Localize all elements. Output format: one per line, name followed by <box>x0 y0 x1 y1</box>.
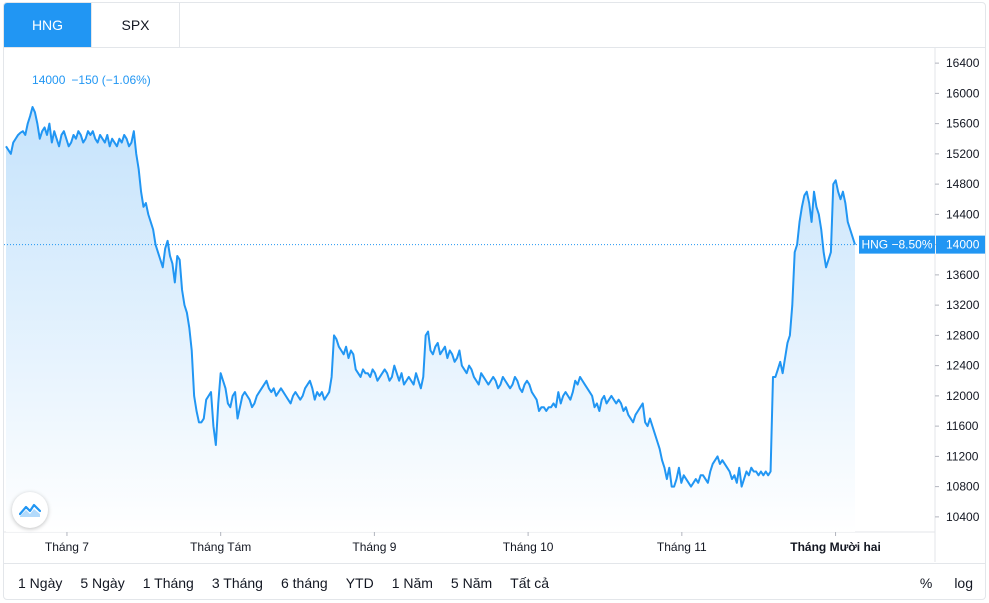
range-ytd[interactable]: YTD <box>344 573 376 593</box>
y-tick-label: 12000 <box>946 389 980 403</box>
current-price: 14000 <box>32 73 66 87</box>
tradingview-logo-icon[interactable] <box>12 492 48 528</box>
x-tick-label: Tháng Mười hai <box>790 540 881 554</box>
y-tick-label: 13200 <box>946 298 980 312</box>
price-chart[interactable]: 10400 10800 11200 11600 12000 12400 12800 13200… <box>4 48 986 562</box>
range-6-months[interactable]: 6 tháng <box>279 573 330 593</box>
tab-hng[interactable]: HNG <box>4 3 92 47</box>
chart-area[interactable]: 10400 10800 11200 11600 12000 12400 12800 13200… <box>4 48 986 562</box>
x-tick-label: Tháng 7 <box>45 540 89 554</box>
log-scale-toggle[interactable]: log <box>952 573 975 593</box>
y-tick-label: 16400 <box>946 56 980 70</box>
price-info: 14000 −150 (−1.06%) <box>12 59 157 101</box>
range-1-day[interactable]: 1 Ngày <box>16 573 64 593</box>
y-tick-label: 15600 <box>946 117 980 131</box>
tab-spx[interactable]: SPX <box>92 3 180 47</box>
y-tick-label: 13600 <box>946 268 980 282</box>
y-tick-label: 10800 <box>946 480 980 494</box>
y-tick-label: 15200 <box>946 147 980 161</box>
y-tick-label: 10400 <box>946 510 980 524</box>
range-1-year[interactable]: 1 Năm <box>390 573 435 593</box>
y-tick-label: 14400 <box>946 207 980 221</box>
symbol-tabs: HNG SPX <box>4 3 985 48</box>
price-change: −150 (−1.06%) <box>71 73 151 87</box>
scale-controls: % log <box>900 564 975 599</box>
percent-scale-toggle[interactable]: % <box>918 573 934 593</box>
y-tick-label: 14800 <box>946 177 980 191</box>
x-tick-label: Tháng 9 <box>352 540 396 554</box>
x-tick-label: Tháng 11 <box>657 540 707 554</box>
y-tick-label: 16000 <box>946 86 980 100</box>
x-tick-label: Tháng 10 <box>503 540 554 554</box>
range-5-years[interactable]: 5 Năm <box>449 573 494 593</box>
range-selector: 1 Ngày 5 Ngày 1 Tháng 3 Tháng 6 tháng YT… <box>4 563 985 599</box>
y-tick-label: 12400 <box>946 359 980 373</box>
price-tag-value: 14000 <box>946 238 980 252</box>
range-all[interactable]: Tất cả <box>508 573 551 593</box>
chart-logo-glyph <box>19 503 41 517</box>
x-tick-label: Tháng Tám <box>190 540 251 554</box>
y-tick-label: 12800 <box>946 328 980 342</box>
range-1-month[interactable]: 1 Tháng <box>141 573 196 593</box>
range-3-months[interactable]: 3 Tháng <box>210 573 265 593</box>
y-tick-label: 11200 <box>946 449 979 463</box>
y-tick-label: 11600 <box>946 419 979 433</box>
range-5-days[interactable]: 5 Ngày <box>78 573 126 593</box>
chart-widget: HNG SPX 10400 10800 11200 11600 12000 12400 12… <box>3 2 986 600</box>
price-tag-label: HNG −8.50% <box>861 238 932 252</box>
